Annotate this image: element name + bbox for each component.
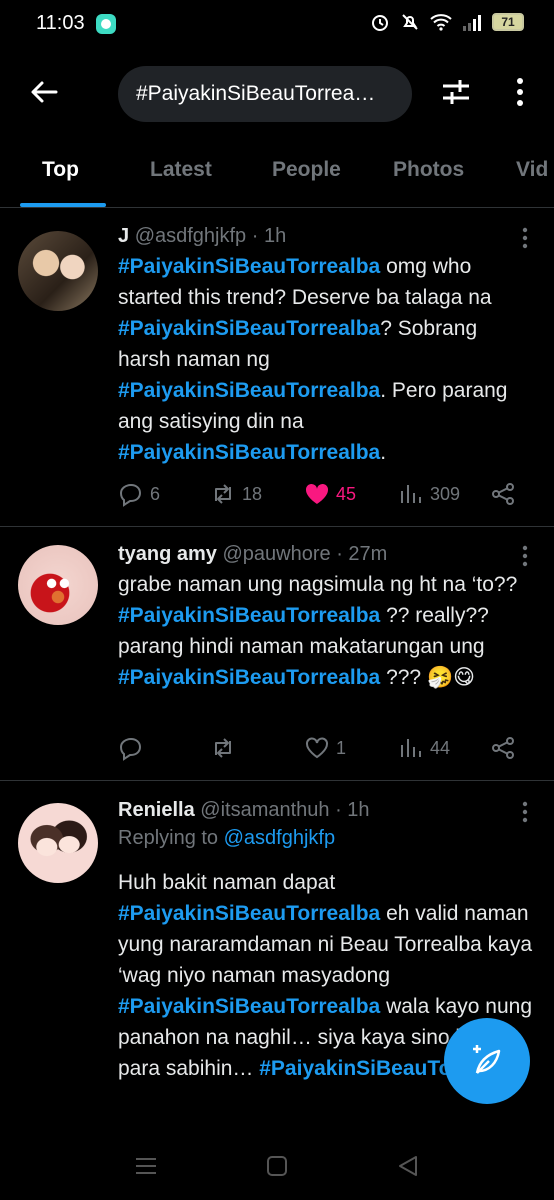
- compose-tweet-button[interactable]: [444, 1018, 530, 1104]
- timestamp: · 1h: [335, 799, 370, 821]
- search-query-text: #PaiyakinSiBeauTorrea…: [136, 82, 376, 105]
- compose-feather-icon: [473, 1045, 501, 1074]
- avatar[interactable]: [18, 803, 98, 883]
- tab-people[interactable]: People: [272, 158, 341, 182]
- timestamp: · 1h: [251, 225, 287, 247]
- hashtag-link[interactable]: #PaiyakinSiBeauTorrealba: [118, 995, 380, 1018]
- avatar[interactable]: [18, 545, 98, 625]
- views-chart-icon: [401, 739, 421, 757]
- hashtag-link[interactable]: #PaiyakinSiBeauTorrealba: [118, 604, 380, 627]
- tab-latest[interactable]: Latest: [150, 158, 212, 182]
- timestamp: · 27m: [336, 543, 388, 565]
- reply-count: 6: [150, 483, 161, 504]
- hashtag-link[interactable]: #PaiyakinSiBeauTorrealba: [118, 255, 380, 278]
- recent-apps-icon[interactable]: [132, 1152, 160, 1180]
- hashtag-link[interactable]: #PaiyakinSiBeauTorrealba: [118, 902, 380, 925]
- app-notification-icon: [96, 14, 116, 34]
- retweet-icon: [215, 484, 231, 504]
- tweet-more-icon[interactable]: [522, 801, 528, 823]
- tweet-actions: 6 18 45 309: [118, 481, 530, 511]
- tweet-text: grabe naman ung nagsimula ng ht na ‘to??…: [118, 569, 534, 693]
- share-icon[interactable]: [490, 481, 516, 507]
- hashtag-link[interactable]: #PaiyakinSiBeauTorrealba: [118, 666, 380, 689]
- heart-filled-icon: [305, 483, 329, 504]
- tweet-meta: J @asdfghjkfp · 1h: [118, 223, 534, 249]
- view-count: 309: [430, 483, 461, 504]
- hashtag-link[interactable]: #PaiyakinSiBeauTorrealba: [118, 317, 380, 340]
- share-icon[interactable]: [490, 735, 516, 761]
- mute-icon: [402, 14, 418, 30]
- views-button[interactable]: 309: [398, 481, 460, 507]
- reply-icon: [119, 737, 142, 761]
- like-button[interactable]: 45: [304, 481, 356, 507]
- tweet-text: #PaiyakinSiBeauTorrealba omg who started…: [118, 251, 534, 468]
- handle[interactable]: @pauwhore: [223, 543, 331, 565]
- views-button[interactable]: 44: [398, 735, 450, 761]
- home-icon[interactable]: [263, 1152, 291, 1180]
- replying-to-handle[interactable]: @asdfghjkfp: [224, 827, 335, 849]
- tweet-text-segment: .: [380, 441, 387, 464]
- view-count: 44: [430, 737, 451, 758]
- wifi-icon: [430, 14, 452, 31]
- back-arrow-icon[interactable]: [28, 76, 60, 108]
- replying-to-label: Replying to: [118, 827, 224, 849]
- system-nav-bar: [0, 1130, 554, 1200]
- handle[interactable]: @itsamanthuh: [200, 799, 329, 821]
- tab-videos[interactable]: Vid: [516, 158, 548, 182]
- hashtag-link[interactable]: #PaiyakinSiBeauTorrealba: [118, 379, 380, 402]
- tweet-meta: tyang amy @pauwhore · 27m: [118, 541, 534, 567]
- display-name[interactable]: J: [118, 225, 129, 247]
- tweet-more-icon[interactable]: [522, 545, 528, 567]
- tweet-text-segment: grabe naman ung nagsimula ng ht na ‘to??: [118, 573, 518, 596]
- retweet-icon: [215, 738, 231, 758]
- like-button[interactable]: 1: [304, 735, 346, 761]
- tweet-text-segment: ??? 🤧😋: [380, 666, 475, 689]
- signal-icon: [463, 15, 481, 31]
- reply-button[interactable]: 6: [118, 481, 160, 507]
- display-name[interactable]: tyang amy: [118, 543, 217, 565]
- tweet-meta: Reniella @itsamanthuh · 1h: [118, 797, 534, 823]
- reply-icon: [119, 483, 142, 507]
- search-input[interactable]: #PaiyakinSiBeauTorrea…: [118, 66, 412, 122]
- display-name[interactable]: Reniella: [118, 799, 195, 821]
- alarm-icon: [372, 15, 388, 31]
- views-chart-icon: [401, 485, 421, 503]
- status-bar: 11:03 71: [0, 0, 554, 50]
- search-tabs: Top Latest People Photos Vid: [0, 140, 554, 208]
- handle[interactable]: @asdfghjkfp: [135, 225, 246, 247]
- tweet-actions: 1 44: [118, 735, 530, 765]
- more-options-icon[interactable]: [508, 76, 532, 108]
- tab-photos[interactable]: Photos: [393, 158, 464, 182]
- tweet-text-segment: Huh bakit naman dapat: [118, 871, 336, 894]
- like-count: 45: [336, 483, 357, 504]
- retweet-count: 18: [242, 483, 263, 504]
- hashtag-link[interactable]: #PaiyakinSiBeauTorrealba: [118, 441, 380, 464]
- retweet-button[interactable]: [210, 735, 236, 761]
- avatar[interactable]: [18, 231, 98, 311]
- tweet-more-icon[interactable]: [522, 227, 528, 249]
- status-icons: 71: [370, 12, 524, 32]
- tweet[interactable]: tyang amy @pauwhore · 27m grabe naman un…: [0, 527, 554, 781]
- retweet-button[interactable]: 18: [210, 481, 262, 507]
- search-header: #PaiyakinSiBeauTorrea…: [0, 60, 554, 124]
- replying-to: Replying to @asdfghjkfp: [118, 823, 534, 853]
- tweet[interactable]: J @asdfghjkfp · 1h #PaiyakinSiBeauTorrea…: [0, 209, 554, 527]
- status-time: 11:03: [36, 12, 85, 34]
- reply-button[interactable]: [118, 735, 144, 761]
- like-count: 1: [336, 737, 347, 758]
- active-tab-indicator: [20, 203, 106, 207]
- filter-sliders-icon[interactable]: [440, 76, 472, 108]
- battery-icon: 71: [492, 13, 524, 31]
- heart-outline-icon: [306, 737, 328, 759]
- back-nav-icon[interactable]: [394, 1152, 422, 1180]
- tab-top[interactable]: Top: [42, 158, 79, 182]
